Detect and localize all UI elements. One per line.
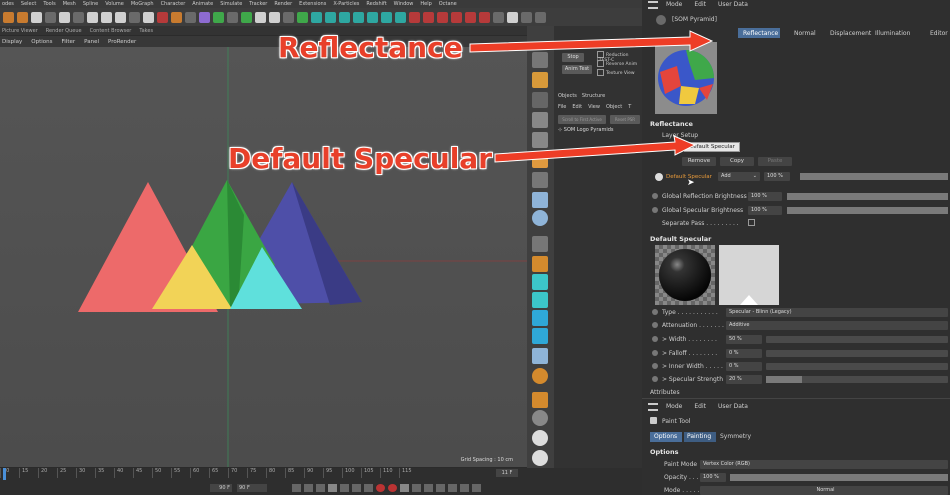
callout-default-specular: Default Specular [228,142,493,175]
callout-arrows [469,30,714,163]
reflectance-arrow [469,30,714,53]
mouse-cursor-icon: ➤ [687,178,695,188]
default-specular-arrow [494,135,697,163]
callout-reflectance: Reflectance [278,31,463,64]
